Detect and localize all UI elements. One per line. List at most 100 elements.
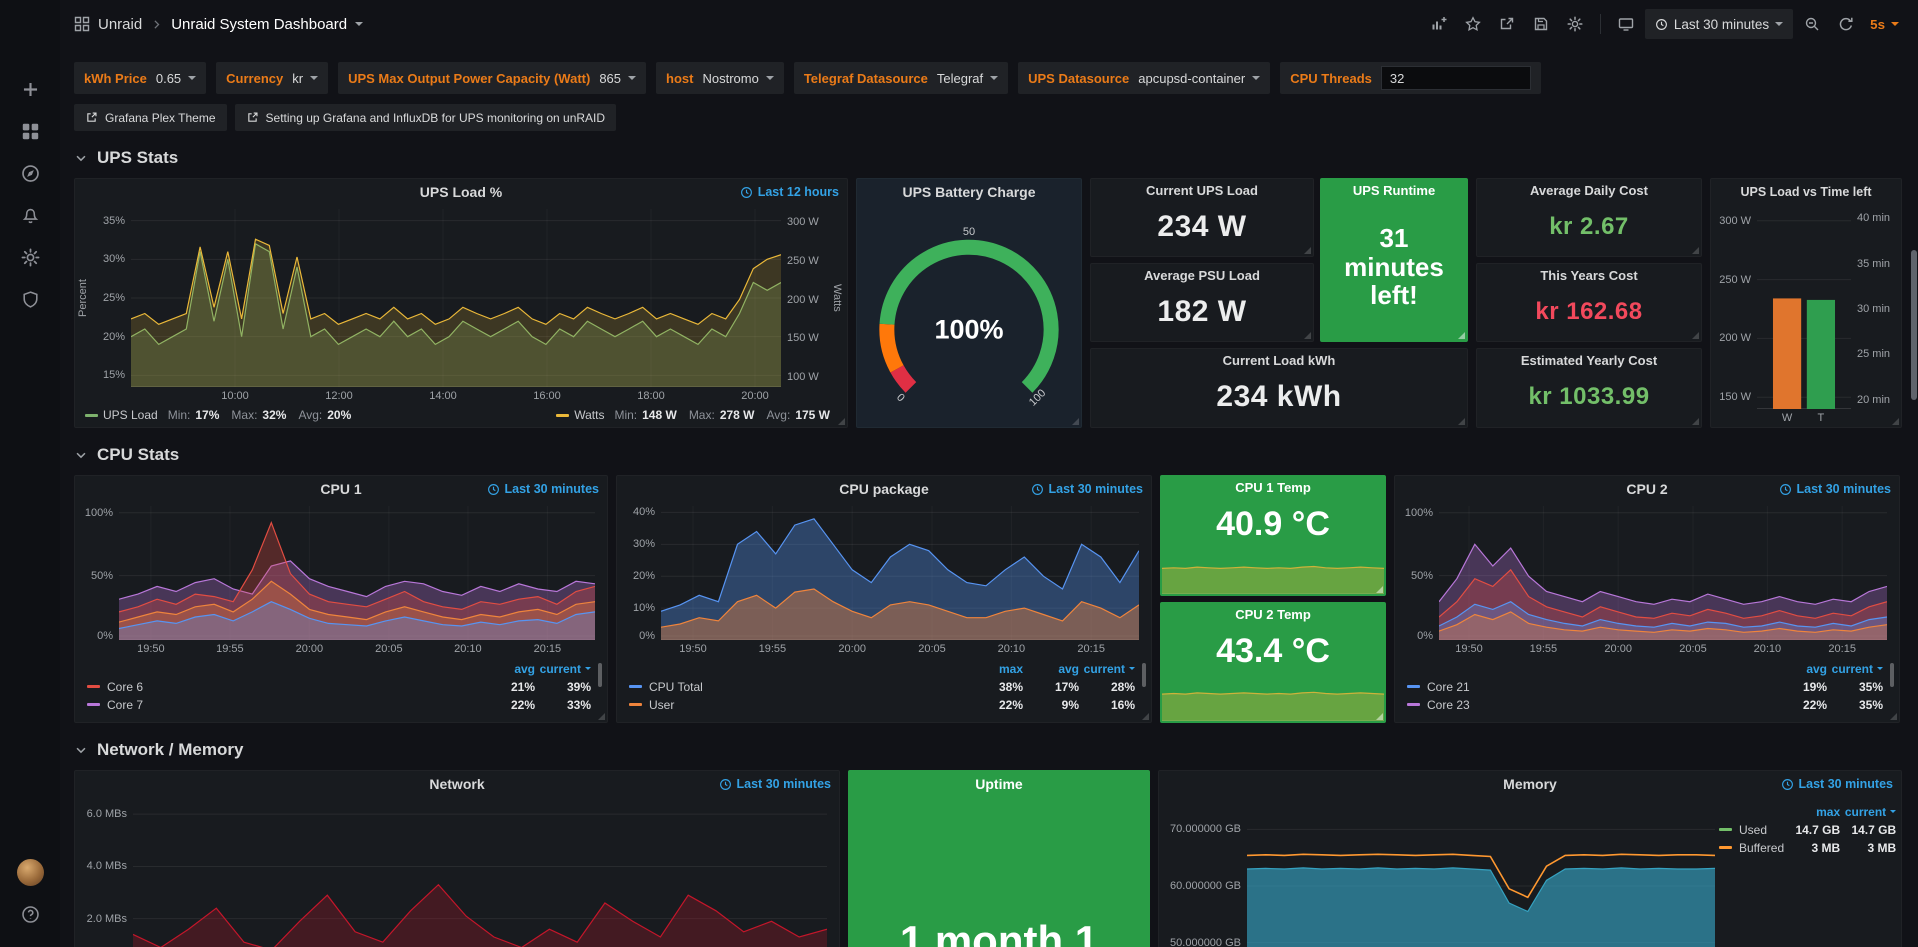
panel-title[interactable]: UPS Runtime xyxy=(1353,183,1435,198)
sidebar-item-server-admin[interactable] xyxy=(0,278,60,320)
star-dashboard-button[interactable] xyxy=(1458,9,1488,39)
panel-resize-handle[interactable] xyxy=(1142,713,1149,720)
dashboard-grid-icon[interactable] xyxy=(74,16,90,32)
network-chart[interactable] xyxy=(133,801,827,947)
panel-title[interactable]: Uptime xyxy=(975,776,1022,792)
refresh-interval-picker[interactable]: 5s xyxy=(1865,9,1904,39)
dashboard-settings-button[interactable] xyxy=(1560,9,1590,39)
dashboard-link-grafana-plex-theme[interactable]: Grafana Plex Theme xyxy=(74,104,227,131)
panel-title[interactable]: UPS Battery Charge xyxy=(902,184,1035,200)
panel-resize-handle[interactable] xyxy=(1304,247,1311,254)
panel-title[interactable]: UPS Load vs Time left xyxy=(1740,185,1871,199)
panel-title[interactable]: This Years Cost xyxy=(1540,268,1637,283)
sidebar-item-alerting[interactable] xyxy=(0,194,60,236)
cpu2-chart[interactable] xyxy=(1439,506,1887,640)
refresh-button[interactable] xyxy=(1831,9,1861,39)
panel-title[interactable]: Memory xyxy=(1503,776,1557,792)
sidebar-item-explore[interactable] xyxy=(0,152,60,194)
user-profile[interactable] xyxy=(0,851,60,893)
legend-sort-avg[interactable]: avg xyxy=(1771,660,1827,677)
cycle-view-button[interactable] xyxy=(1611,9,1641,39)
panel-resize-handle[interactable] xyxy=(1072,418,1079,425)
legend-scrollbar[interactable] xyxy=(1142,663,1146,687)
zoom-out-time-button[interactable] xyxy=(1797,9,1827,39)
sidebar-item-dashboards[interactable] xyxy=(0,110,60,152)
panel-title[interactable]: Average Daily Cost xyxy=(1530,183,1648,198)
legend-series-used[interactable]: Used xyxy=(1719,821,1784,838)
legend-series-ups-load[interactable]: UPS LoadMin:17%Max:32%Avg:20% xyxy=(85,408,358,422)
legend-sort-current[interactable]: current xyxy=(535,660,591,677)
panel-title[interactable]: CPU 2 Temp xyxy=(1235,607,1311,622)
legend-scrollbar[interactable] xyxy=(598,663,602,687)
legend-sort-current[interactable]: current xyxy=(1840,803,1896,820)
panel-resize-handle[interactable] xyxy=(1458,418,1465,425)
row-header-ups-stats[interactable]: UPS Stats xyxy=(74,145,1904,171)
panel-title[interactable]: UPS Load % xyxy=(420,184,502,200)
sidebar-item-help[interactable] xyxy=(0,893,60,935)
legend-series-core-7[interactable]: Core 7 xyxy=(87,696,479,713)
panel-title[interactable]: CPU package xyxy=(839,481,928,497)
ups-bar-chart[interactable] xyxy=(1757,209,1851,409)
ups-load-chart[interactable] xyxy=(131,209,781,387)
variable-value-currency[interactable]: kr xyxy=(292,71,318,86)
dashboard-link-setting-up-grafana-and-influxdb-for-ups-monitoring-on-unraid[interactable]: Setting up Grafana and InfluxDB for UPS … xyxy=(235,104,617,131)
legend-sort-current[interactable]: current xyxy=(1079,660,1135,677)
panel-resize-handle[interactable] xyxy=(1692,332,1699,339)
panel-resize-handle[interactable] xyxy=(1376,586,1383,593)
panel-resize-handle[interactable] xyxy=(1892,418,1899,425)
variable-value-kwh-price[interactable]: 0.65 xyxy=(156,71,196,86)
caret-down-icon[interactable] xyxy=(355,22,363,26)
variable-value-host[interactable]: Nostromo xyxy=(702,71,773,86)
legend-scrollbar[interactable] xyxy=(1890,663,1894,687)
cpu1-chart[interactable] xyxy=(119,506,595,640)
panel-title[interactable]: Estimated Yearly Cost xyxy=(1521,353,1657,368)
legend-series-user[interactable]: User xyxy=(629,696,967,713)
row-header-network-memory[interactable]: Network / Memory xyxy=(74,737,1904,763)
grafana-logo[interactable] xyxy=(0,0,60,54)
legend-sort-max[interactable]: max xyxy=(1784,803,1840,820)
breadcrumb-dashboard-title[interactable]: Unraid System Dashboard xyxy=(171,16,347,33)
panel-resize-handle[interactable] xyxy=(598,713,605,720)
page-scrollbar-thumb[interactable] xyxy=(1911,250,1917,400)
panel-resize-handle[interactable] xyxy=(1890,713,1897,720)
legend-series-buffered[interactable]: Buffered xyxy=(1719,839,1784,856)
breadcrumb-folder[interactable]: Unraid xyxy=(98,16,142,33)
battery-gauge[interactable]: 050100100% xyxy=(857,205,1081,427)
legend-sort-avg[interactable]: avg xyxy=(479,660,535,677)
legend-series-watts[interactable]: WattsMin:148 WMax:278 WAvg:175 W xyxy=(556,408,837,422)
panel-title[interactable]: Network xyxy=(429,776,484,792)
panel-title[interactable]: Current Load kWh xyxy=(1223,353,1336,368)
legend-sort-max[interactable]: max xyxy=(967,660,1023,677)
sidebar-item-create[interactable] xyxy=(0,68,60,110)
time-range-picker[interactable]: Last 30 minutes xyxy=(1645,9,1793,39)
save-dashboard-button[interactable] xyxy=(1526,9,1556,39)
panel-resize-handle[interactable] xyxy=(1458,332,1465,339)
legend-sort-avg[interactable]: avg xyxy=(1023,660,1079,677)
panel-resize-handle[interactable] xyxy=(1692,418,1699,425)
variable-value-ups-max-output-power-capacity-watt[interactable]: 865 xyxy=(599,71,636,86)
panel-resize-handle[interactable] xyxy=(1304,332,1311,339)
row-header-cpu-stats[interactable]: CPU Stats xyxy=(74,442,1904,468)
panel-title[interactable]: CPU 1 Temp xyxy=(1235,480,1311,495)
share-dashboard-button[interactable] xyxy=(1492,9,1522,39)
cpu-package-chart[interactable] xyxy=(661,506,1139,640)
panel-title[interactable]: Average PSU Load xyxy=(1144,268,1260,283)
panel-title[interactable]: CPU 2 xyxy=(1626,481,1667,497)
panel-title[interactable]: Current UPS Load xyxy=(1146,183,1258,198)
panel-resize-handle[interactable] xyxy=(838,418,845,425)
add-panel-button[interactable] xyxy=(1424,9,1454,39)
panel-resize-handle[interactable] xyxy=(1692,247,1699,254)
legend-series-core-21[interactable]: Core 21 xyxy=(1407,678,1771,695)
panel-resize-handle[interactable] xyxy=(1376,713,1383,720)
variable-input-cpu-threads[interactable] xyxy=(1381,66,1531,90)
legend-sort-current[interactable]: current xyxy=(1827,660,1883,677)
sidebar-item-configuration[interactable] xyxy=(0,236,60,278)
legend-series-cpu-total[interactable]: CPU Total xyxy=(629,678,967,695)
axis-tick: 250 W xyxy=(1719,274,1751,286)
panel-title[interactable]: CPU 1 xyxy=(320,481,361,497)
memory-chart[interactable] xyxy=(1247,801,1715,947)
variable-value-ups-datasource[interactable]: apcupsd-container xyxy=(1138,71,1260,86)
variable-value-telegraf-datasource[interactable]: Telegraf xyxy=(937,71,998,86)
legend-series-core-6[interactable]: Core 6 xyxy=(87,678,479,695)
legend-series-core-23[interactable]: Core 23 xyxy=(1407,696,1771,713)
